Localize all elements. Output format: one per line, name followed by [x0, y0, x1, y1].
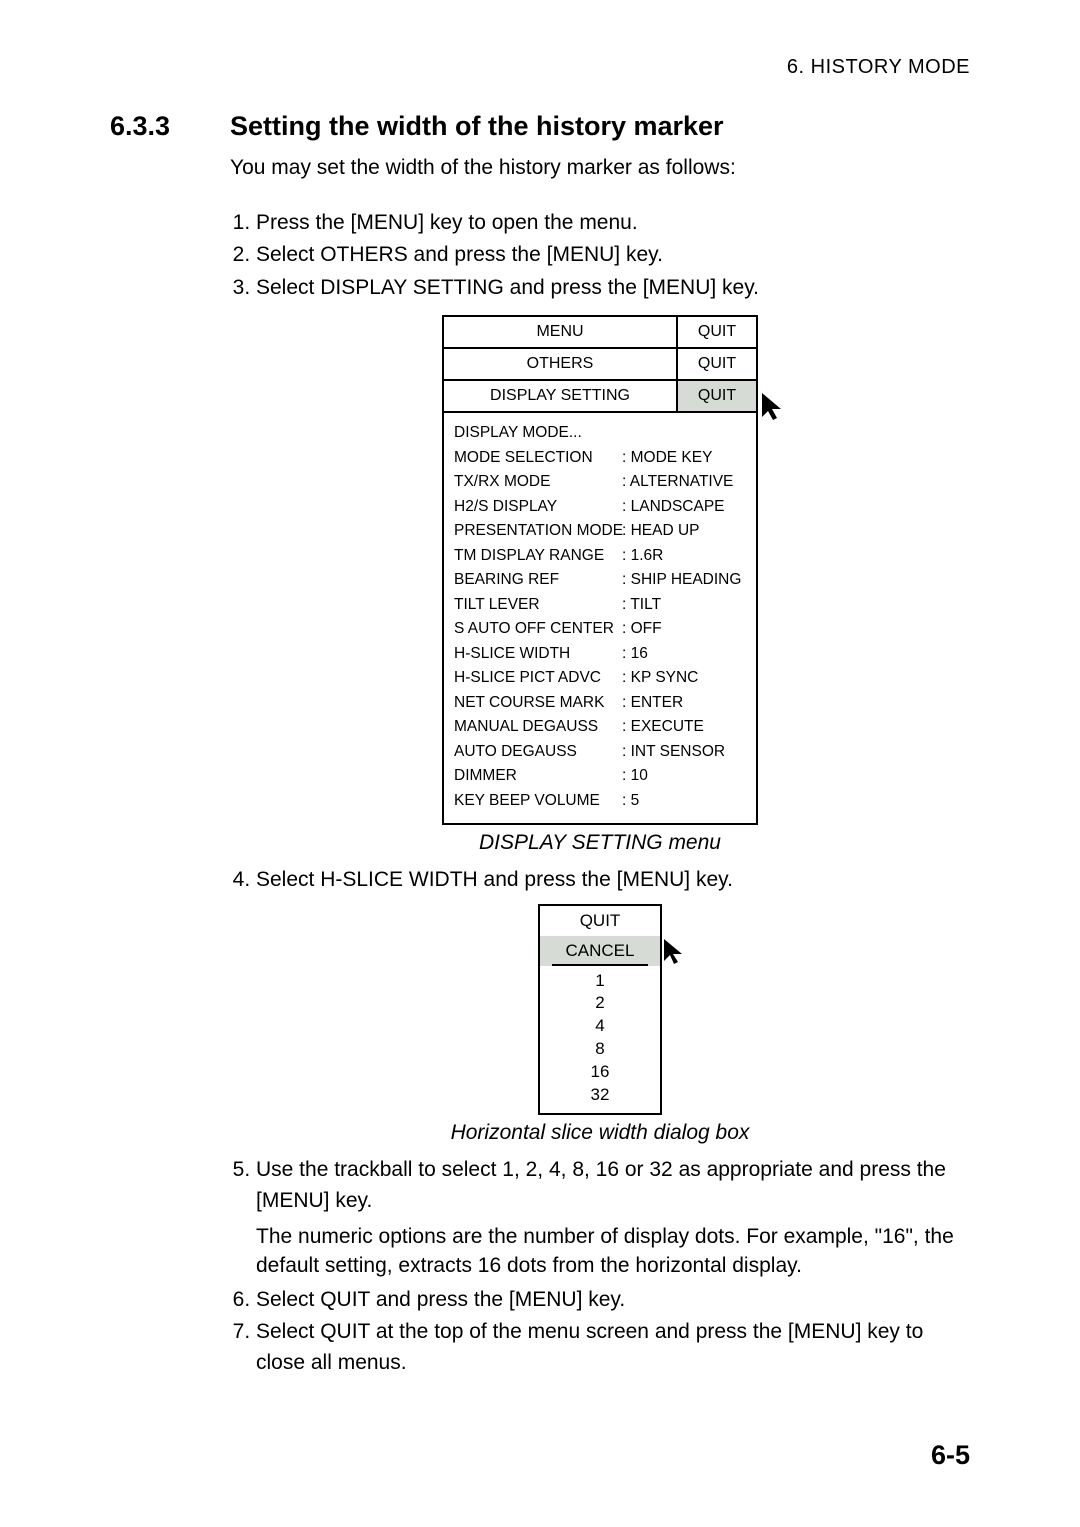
setting-label: H-SLICE WIDTH	[454, 642, 622, 666]
dialog-option[interactable]: 8	[540, 1038, 660, 1061]
setting-label: NET COURSE MARK	[454, 691, 622, 715]
setting-value: : SHIP HEADING	[622, 568, 746, 592]
dialog-option[interactable]: 4	[540, 1015, 660, 1038]
dialog-option[interactable]: 16	[540, 1061, 660, 1084]
dialog-caption: Horizontal slice width dialog box	[230, 1121, 970, 1145]
section-number: 6.3.3	[110, 111, 230, 142]
menu-quit-1[interactable]: QUIT	[676, 317, 756, 349]
step-3: Select DISPLAY SETTING and press the [ME…	[256, 273, 970, 303]
setting-label: H-SLICE PICT ADVC	[454, 666, 622, 690]
h-slice-width-dialog: QUIT CANCEL 1 2 4 8 16 32	[538, 904, 662, 1116]
setting-value: : INT SENSOR	[622, 740, 746, 764]
setting-value: : EXECUTE	[622, 715, 746, 739]
dialog-option[interactable]: 1	[540, 970, 660, 993]
setting-label: PRESENTATION MODE	[454, 519, 622, 543]
menu-header-others: OTHERS	[444, 349, 676, 381]
setting-value	[622, 421, 746, 445]
dialog-cancel[interactable]: CANCEL	[540, 936, 660, 966]
cursor-arrow-icon	[662, 937, 688, 965]
setting-value: : ALTERNATIVE	[622, 470, 746, 494]
step-4: Select H-SLICE WIDTH and press the [MENU…	[256, 865, 970, 895]
setting-value: : HEAD UP	[622, 519, 746, 543]
dialog-quit[interactable]: QUIT	[540, 906, 660, 936]
step-5-text: Use the trackball to select 1, 2, 4, 8, …	[256, 1158, 946, 1211]
setting-value: : 10	[622, 764, 746, 788]
setting-value: : TILT	[622, 593, 746, 617]
step-5: Use the trackball to select 1, 2, 4, 8, …	[256, 1155, 970, 1281]
setting-label: DIMMER	[454, 764, 622, 788]
setting-label: S AUTO OFF CENTER	[454, 617, 622, 641]
setting-label: DISPLAY MODE...	[454, 421, 622, 445]
page-number: 6-5	[931, 1440, 970, 1471]
setting-label: MANUAL DEGAUSS	[454, 715, 622, 739]
step-5-detail: The numeric options are the number of di…	[256, 1222, 970, 1281]
dialog-option[interactable]: 32	[540, 1084, 660, 1107]
setting-label: H2/S DISPLAY	[454, 495, 622, 519]
setting-value: : MODE KEY	[622, 446, 746, 470]
setting-value: : KP SYNC	[622, 666, 746, 690]
setting-label: TM DISPLAY RANGE	[454, 544, 622, 568]
setting-value: : 5	[622, 789, 746, 813]
setting-value: : 1.6R	[622, 544, 746, 568]
step-6: Select QUIT and press the [MENU] key.	[256, 1285, 970, 1315]
setting-value: : OFF	[622, 617, 746, 641]
running-header: 6. HISTORY MODE	[110, 56, 970, 79]
step-1: Press the [MENU] key to open the menu.	[256, 208, 970, 238]
menu-quit-2[interactable]: QUIT	[676, 349, 756, 381]
step-2: Select OTHERS and press the [MENU] key.	[256, 240, 970, 270]
setting-value: : 16	[622, 642, 746, 666]
step-7: Select QUIT at the top of the menu scree…	[256, 1317, 970, 1378]
setting-label: AUTO DEGAUSS	[454, 740, 622, 764]
section-title: Setting the width of the history marker	[230, 111, 724, 142]
setting-label: TILT LEVER	[454, 593, 622, 617]
menu-header-display-setting: DISPLAY SETTING	[444, 381, 676, 413]
setting-label: BEARING REF	[454, 568, 622, 592]
setting-label: MODE SELECTION	[454, 446, 622, 470]
setting-value: : ENTER	[622, 691, 746, 715]
menu-quit-3-selected[interactable]: QUIT	[676, 381, 756, 413]
cursor-arrow-icon	[760, 391, 788, 421]
intro-paragraph: You may set the width of the history mar…	[230, 156, 970, 180]
display-setting-menu: MENU QUIT OTHERS QUIT DISPLAY SETTING QU…	[442, 315, 758, 825]
dialog-option[interactable]: 2	[540, 992, 660, 1015]
menu-header-menu: MENU	[444, 317, 676, 349]
setting-value: : LANDSCAPE	[622, 495, 746, 519]
setting-label: KEY BEEP VOLUME	[454, 789, 622, 813]
menu-caption: DISPLAY SETTING menu	[230, 831, 970, 855]
setting-label: TX/RX MODE	[454, 470, 622, 494]
